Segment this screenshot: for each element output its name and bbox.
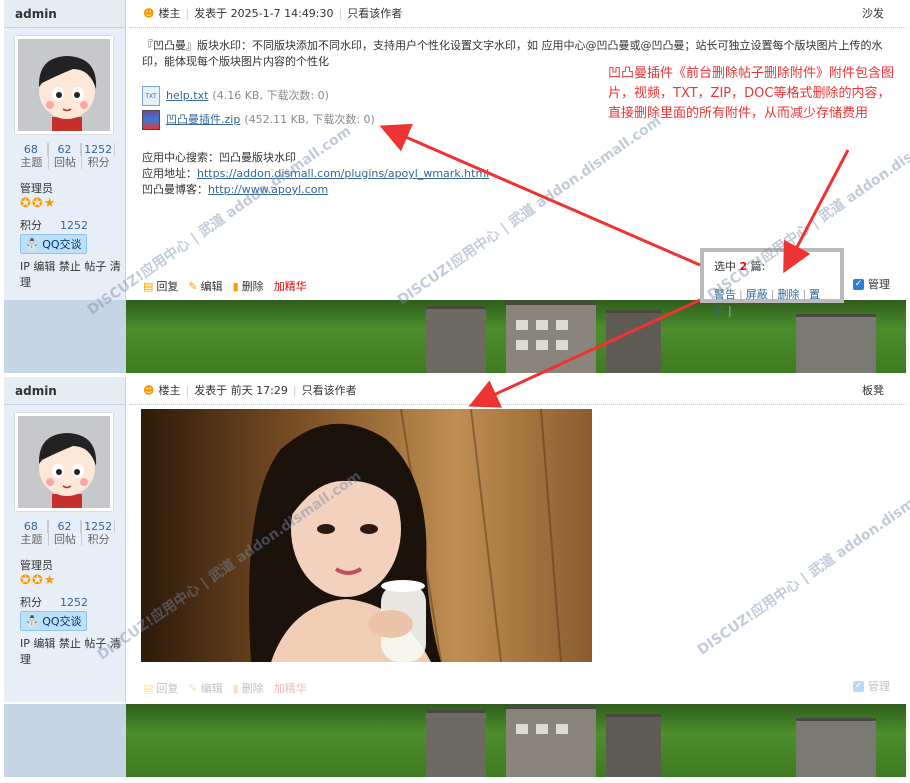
stat-points[interactable]: 1252 积分 <box>82 143 116 169</box>
annotation-note: 凹凸曼插件《前台删除帖子删除附件》附件包含图片，视频，TXT，ZIP，DOC等格… <box>608 66 895 121</box>
post-photo[interactable] <box>141 409 592 662</box>
selection-actions: 警告 | 屏蔽 | 删除 | 置顶 | <box>714 288 821 317</box>
user-score: 积分 1252 <box>20 596 88 609</box>
username[interactable]: admin <box>4 0 125 28</box>
attachment-link-txt[interactable]: help.txt <box>166 88 208 104</box>
pencil-icon: ✎ <box>188 681 198 695</box>
avatar[interactable] <box>15 36 113 134</box>
post-1-sidebar: admin 68 主题 62 回帖 1252 积分 管理员 ✪✪★ 积分 1252 <box>4 0 126 300</box>
user-stats: 68 主题 62 回帖 1252 积分 <box>15 520 116 546</box>
delete-button[interactable]: ▮ 删除 <box>233 680 264 696</box>
zip-file-icon <box>142 110 160 130</box>
digest-button[interactable]: 加精华 <box>274 680 307 696</box>
user-stats: 68 主题 62 回帖 1252 积分 <box>15 143 116 169</box>
post-header: ☻ 楼主 | 发表于 2025-1-7 14:49:30 | 只看该作者 沙发 <box>130 0 906 28</box>
stat-replies[interactable]: 62 回帖 <box>49 520 83 546</box>
selection-count: 选中 2 篇: <box>714 260 766 273</box>
blog-url-link[interactable]: http://www.apoyl.com <box>208 183 328 196</box>
floor-label[interactable]: 板凳 <box>862 377 884 405</box>
digest-button[interactable]: 加精华 <box>274 278 307 294</box>
post-links: 应用中心搜索：凹凸曼版块水印 应用地址：https://addon.dismal… <box>142 151 490 196</box>
stat-replies[interactable]: 62 回帖 <box>49 143 83 169</box>
manage-checkbox[interactable]: ✓ 管理 <box>853 678 890 694</box>
qq-penguin-icon: ⛄ <box>25 615 39 628</box>
qq-chat-button[interactable]: ⛄ QQ交谈 <box>20 611 87 631</box>
stat-points[interactable]: 1252 积分 <box>82 520 116 546</box>
qq-penguin-icon: ⛄ <box>25 238 39 251</box>
user-role: 管理员 <box>20 559 53 572</box>
user-icon: ☻ <box>143 7 155 20</box>
trash-icon: ▮ <box>232 279 239 293</box>
post-actions: ▤ 回复 ✎ 编辑 ▮ 删除 加精华 <box>143 680 307 696</box>
qq-chat-button[interactable]: ⛄ QQ交谈 <box>20 234 87 254</box>
reply-button[interactable]: ▤ 回复 <box>143 680 178 696</box>
banner-image <box>126 704 906 777</box>
edit-button[interactable]: ✎ 编辑 <box>188 680 222 696</box>
txt-file-icon: TXT <box>142 86 160 106</box>
avatar[interactable] <box>15 413 113 511</box>
block-button[interactable]: 屏蔽 <box>746 288 768 301</box>
admin-links[interactable]: IP 编辑 禁止 帖子 清理 <box>20 635 125 667</box>
rank-stars-icon: ✪✪★ <box>20 573 57 588</box>
warn-button[interactable]: 警告 <box>714 288 736 301</box>
sidebar-band <box>4 704 126 777</box>
delete-selected-button[interactable]: 删除 <box>777 288 799 301</box>
admin-links[interactable]: IP 编辑 禁止 帖子 清理 <box>20 258 125 290</box>
manage-checkbox[interactable]: ✓ 管理 <box>853 276 890 292</box>
app-url-link[interactable]: https://addon.dismall.com/plugins/apoyl_… <box>197 167 489 180</box>
author-only-link[interactable]: 只看该作者 <box>302 384 357 397</box>
attachment-link-zip[interactable]: 凹凸曼插件.zip <box>166 112 240 128</box>
stat-threads[interactable]: 68 主题 <box>15 520 49 546</box>
post-actions: ▤ 回复 ✎ 编辑 ▮ 删除 加精华 <box>143 278 307 294</box>
edit-button[interactable]: ✎ 编辑 <box>188 278 222 294</box>
user-icon: ☻ <box>143 384 155 397</box>
user-score: 积分 1252 <box>20 219 88 232</box>
user-role: 管理员 <box>20 182 53 195</box>
rank-stars-icon: ✪✪★ <box>20 196 57 211</box>
post-time: 发表于 2025-1-7 14:49:30 <box>194 7 334 20</box>
checkbox-checked-icon: ✓ <box>853 680 864 692</box>
reply-icon: ▤ <box>143 681 154 695</box>
checkbox-checked-icon: ✓ <box>853 278 864 290</box>
post-time: 发表于 前天 17:29 <box>194 384 288 397</box>
pencil-icon: ✎ <box>188 279 198 293</box>
post-header: ☻ 楼主 | 发表于 前天 17:29 | 只看该作者 板凳 <box>130 377 906 405</box>
floor-label[interactable]: 沙发 <box>862 0 884 28</box>
author-only-link[interactable]: 只看该作者 <box>347 7 402 20</box>
delete-button[interactable]: ▮ 删除 <box>233 278 264 294</box>
trash-icon: ▮ <box>232 681 239 695</box>
reply-icon: ▤ <box>143 279 154 293</box>
reply-button[interactable]: ▤ 回复 <box>143 278 178 294</box>
stat-threads[interactable]: 68 主题 <box>15 143 49 169</box>
selection-popup: 选中 2 篇: 警告 | 屏蔽 | 删除 | 置顶 | <box>700 248 844 317</box>
sidebar-band <box>4 300 126 373</box>
username[interactable]: admin <box>4 377 125 405</box>
post-2-sidebar: admin 68 主题 62 回帖 1252 积分 管理员 ✪✪★ 积分 1252 <box>4 377 126 702</box>
